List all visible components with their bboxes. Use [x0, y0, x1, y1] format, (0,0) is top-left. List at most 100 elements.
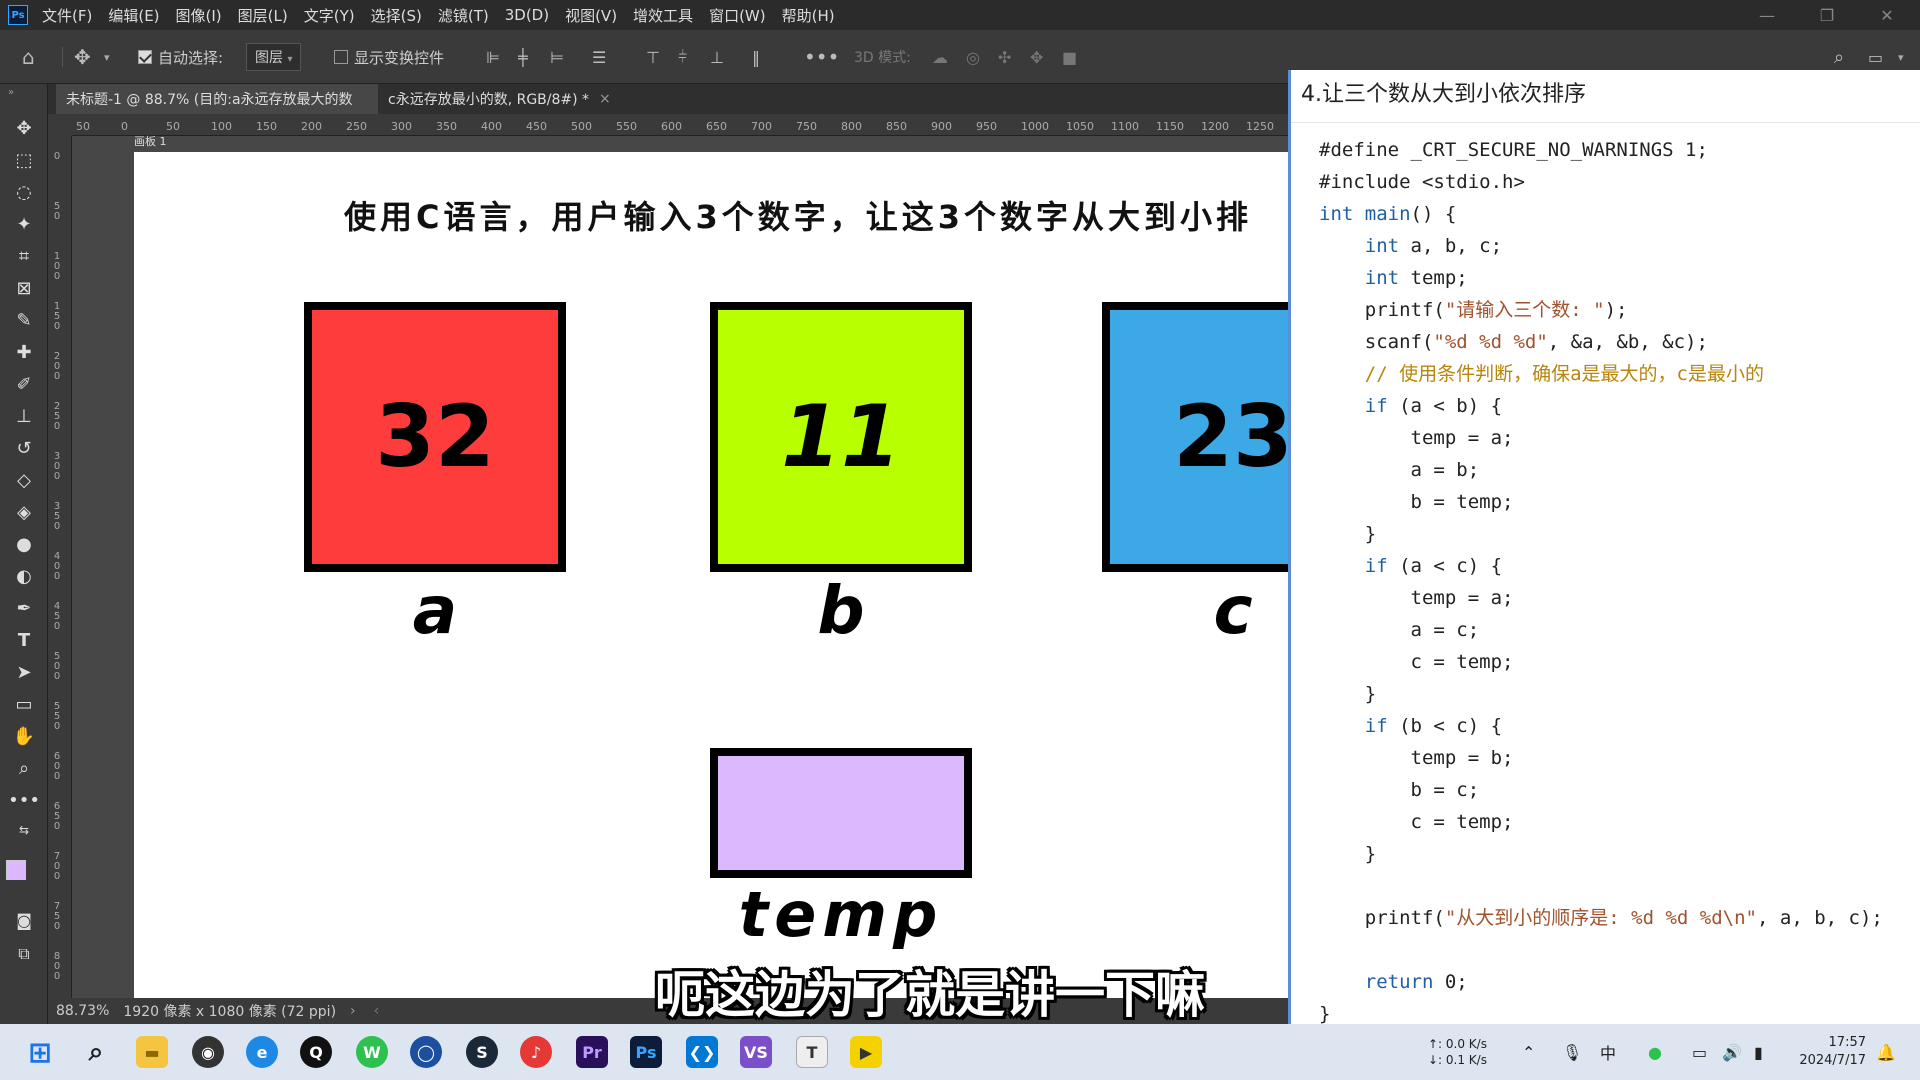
- rectangle-tool-icon[interactable]: ▭: [10, 690, 38, 718]
- marquee-tool-icon[interactable]: ⬚: [10, 146, 38, 174]
- auto-select-option[interactable]: 自动选择:: [138, 30, 223, 84]
- quick-mask-icon[interactable]: ◙: [10, 906, 38, 934]
- menu-edit[interactable]: 编辑(E): [108, 5, 159, 26]
- maximize-icon[interactable]: ❐: [1804, 0, 1850, 30]
- distribute-vertical-icon[interactable]: ‖: [752, 30, 760, 84]
- menu-help[interactable]: 帮助(H): [782, 5, 835, 26]
- ime-indicator[interactable]: 中: [1600, 1024, 1616, 1080]
- network-icon[interactable]: ▭: [1692, 1024, 1707, 1080]
- menu-image[interactable]: 图像(I): [176, 5, 222, 26]
- pen-tool-icon[interactable]: ✒: [10, 594, 38, 622]
- tab-document-1[interactable]: 未标题-1 @ 88.7% (目的:a永远存放最大的数: [56, 84, 378, 114]
- menu-type[interactable]: 文字(Y): [304, 5, 355, 26]
- auto-select-dropdown[interactable]: 图层 ▾: [246, 30, 302, 84]
- search-icon[interactable]: ⌕: [80, 1036, 112, 1068]
- chevron-down-icon[interactable]: ▾: [104, 30, 110, 84]
- obs-icon[interactable]: ◉: [192, 1036, 224, 1068]
- menu-3d[interactable]: 3D(D): [505, 6, 549, 24]
- vscode-icon[interactable]: ❮❯: [686, 1036, 718, 1068]
- crop-tool-icon[interactable]: ⌗: [10, 242, 38, 270]
- zoom-tool-icon[interactable]: ⌕: [10, 754, 38, 782]
- file-explorer-icon[interactable]: ▬: [136, 1036, 168, 1068]
- auto-select-checkbox[interactable]: [138, 50, 152, 64]
- history-brush-icon[interactable]: ↺: [10, 434, 38, 462]
- close-tab-icon[interactable]: ×: [599, 91, 611, 107]
- chevron-left-icon[interactable]: ‹: [374, 1003, 380, 1019]
- netease-music-icon[interactable]: ♪: [520, 1036, 552, 1068]
- healing-brush-icon[interactable]: ✚: [10, 338, 38, 366]
- zoom-level[interactable]: 88.73%: [56, 1003, 109, 1019]
- show-transform-checkbox[interactable]: [334, 50, 348, 64]
- stamp-tool-icon[interactable]: ⊥: [10, 402, 38, 430]
- browser-icon[interactable]: ◯: [410, 1036, 442, 1068]
- steam-icon[interactable]: S: [466, 1036, 498, 1068]
- volume-icon[interactable]: 🔊: [1722, 1024, 1742, 1080]
- photoshop-taskbar-icon[interactable]: Ps: [630, 1036, 662, 1068]
- visual-studio-icon[interactable]: VS: [740, 1036, 772, 1068]
- eraser-icon[interactable]: ◇: [10, 466, 38, 494]
- document-info[interactable]: 1920 像素 x 1080 像素 (72 ppi): [123, 1001, 336, 1021]
- align-bottom-icon[interactable]: ⊥: [710, 30, 724, 84]
- menu-filter[interactable]: 滤镜(T): [438, 5, 489, 26]
- microphone-icon[interactable]: 🎙: [1562, 1024, 1582, 1080]
- tab-document-2[interactable]: c永远存放最小的数, RGB/8#) * ×: [378, 84, 621, 114]
- blur-tool-icon[interactable]: ●: [10, 530, 38, 558]
- close-icon[interactable]: ✕: [1864, 0, 1910, 30]
- clock-time[interactable]: 17:57: [1829, 1034, 1866, 1052]
- show-transform-option[interactable]: 显示变换控件: [334, 30, 444, 84]
- paint-bucket-icon[interactable]: ◈: [10, 498, 38, 526]
- menu-plugins[interactable]: 增效工具: [633, 5, 693, 26]
- lasso-tool-icon[interactable]: ◌: [10, 178, 38, 206]
- menu-file[interactable]: 文件(F): [42, 5, 92, 26]
- player-icon[interactable]: ▶: [850, 1036, 882, 1068]
- chevron-right-icon[interactable]: ›: [350, 1003, 356, 1019]
- code-line: }: [1319, 683, 1377, 705]
- align-center-icon[interactable]: ╪: [518, 30, 528, 84]
- move-tool-icon[interactable]: ✥: [74, 30, 91, 84]
- home-icon[interactable]: ⌂: [22, 30, 35, 84]
- wechat-icon[interactable]: W: [356, 1036, 388, 1068]
- document-canvas[interactable]: 使用C语言，用户输入3个数字，让这3个数字从大到小排 32 a 11 b 23 …: [134, 152, 1288, 998]
- swap-colors-icon[interactable]: ⇆: [10, 816, 38, 844]
- collapse-icon[interactable]: »: [4, 86, 18, 98]
- frame-tool-icon[interactable]: ⊠: [10, 274, 38, 302]
- more-options-icon[interactable]: •••: [804, 30, 839, 84]
- align-left-icon[interactable]: ⊫: [486, 30, 500, 84]
- clock-date[interactable]: 2024/7/17: [1799, 1052, 1866, 1070]
- foreground-color-swatch[interactable]: [6, 860, 26, 880]
- 3d-scale-icon[interactable]: ■: [1062, 30, 1077, 84]
- path-select-icon[interactable]: ➤: [10, 658, 38, 686]
- move-tool-icon[interactable]: ✥: [10, 114, 38, 142]
- app-tray-icon[interactable]: ●: [1648, 1024, 1662, 1080]
- 3d-roll-icon[interactable]: ◎: [966, 30, 980, 84]
- qq-icon[interactable]: Q: [300, 1036, 332, 1068]
- screen-mode-icon[interactable]: ⧉: [10, 940, 38, 968]
- windows-start-icon[interactable]: ⊞: [24, 1036, 56, 1069]
- typora-icon[interactable]: T: [796, 1036, 828, 1068]
- type-tool-icon[interactable]: T: [10, 626, 38, 654]
- 3d-slide-icon[interactable]: ✥: [1030, 30, 1043, 84]
- premiere-icon[interactable]: Pr: [576, 1036, 608, 1068]
- menu-layer[interactable]: 图层(L): [238, 5, 288, 26]
- dodge-tool-icon[interactable]: ◐: [10, 562, 38, 590]
- align-top-icon[interactable]: ⊤: [646, 30, 660, 84]
- align-middle-icon[interactable]: ⫩: [678, 30, 687, 84]
- menu-select[interactable]: 选择(S): [371, 5, 422, 26]
- brush-tool-icon[interactable]: ✐: [10, 370, 38, 398]
- chevron-up-icon[interactable]: ⌃: [1522, 1024, 1535, 1080]
- edge-icon[interactable]: e: [246, 1036, 278, 1068]
- minimize-icon[interactable]: —: [1744, 0, 1790, 30]
- eyedropper-icon[interactable]: ✎: [10, 306, 38, 334]
- magic-wand-icon[interactable]: ✦: [10, 210, 38, 238]
- menu-window[interactable]: 窗口(W): [709, 5, 766, 26]
- 3d-pan-icon[interactable]: ✣: [998, 30, 1011, 84]
- menu-view[interactable]: 视图(V): [565, 5, 617, 26]
- more-tools-icon[interactable]: •••: [8, 786, 40, 814]
- notification-bell-icon[interactable]: 🔔: [1876, 1024, 1896, 1080]
- 3d-orbit-icon[interactable]: ☁: [932, 30, 948, 84]
- distribute-icon[interactable]: ☰: [592, 30, 606, 84]
- align-right-icon[interactable]: ⊨: [550, 30, 564, 84]
- artboard-label[interactable]: 画板 1: [134, 133, 167, 149]
- hand-tool-icon[interactable]: ✋: [10, 722, 38, 750]
- battery-icon[interactable]: ▮: [1754, 1024, 1763, 1080]
